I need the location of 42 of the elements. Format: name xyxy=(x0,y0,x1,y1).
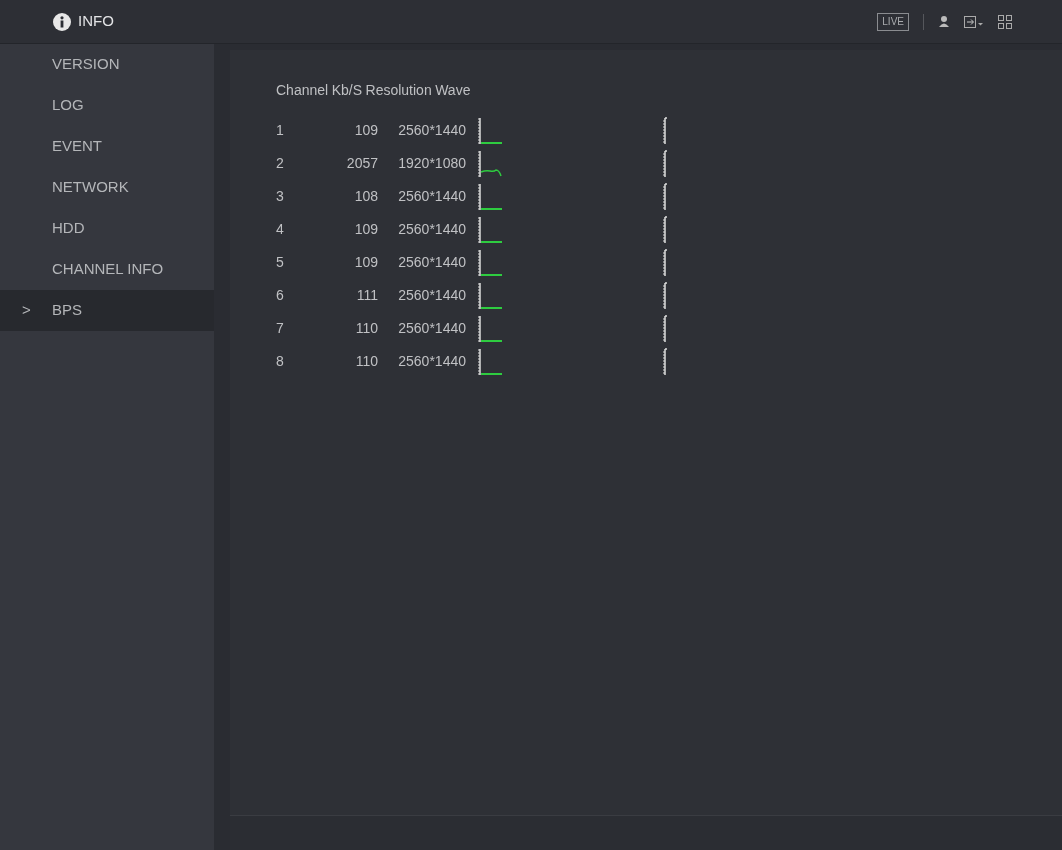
table-cell-text: 111 xyxy=(355,286,378,305)
table-cell-text: 2560*1440 xyxy=(397,121,466,140)
table-cell-text: 6 xyxy=(276,286,285,305)
caret-icon: > xyxy=(22,299,31,322)
column-header: Channel xyxy=(276,81,329,100)
table-cell-text: 2560*1440 xyxy=(397,253,466,272)
sidebar-item[interactable]: NETWORK xyxy=(0,167,214,208)
column-header: Wave xyxy=(435,81,471,100)
table-cell-text: 4 xyxy=(276,220,285,239)
table-cell-text: 2560*1440 xyxy=(397,220,466,239)
sidebar-item[interactable]: HDD xyxy=(0,208,214,249)
sidebar-item[interactable]: EVENT xyxy=(0,126,214,167)
grid-icon[interactable] xyxy=(998,14,1012,29)
table-cell-text: 1 xyxy=(276,121,285,140)
table-cell-text: 7 xyxy=(276,319,285,338)
user-icon[interactable] xyxy=(938,15,950,28)
table-cell-text: 5 xyxy=(276,253,285,272)
table-cell-text: 2560*1440 xyxy=(397,319,466,338)
table-cell-text: 8 xyxy=(276,352,285,371)
table-cell-text: 2 xyxy=(276,154,285,173)
table-cell-text: 2560*1440 xyxy=(397,187,466,206)
sidebar-item[interactable]: CHANNEL INFO xyxy=(0,249,214,290)
live-button[interactable]: LIVE xyxy=(877,12,909,31)
table-cell-text: 1920*1080 xyxy=(397,154,466,173)
table-cell-text: 108 xyxy=(353,187,378,206)
table-cell-text: 3 xyxy=(276,187,285,206)
logout-icon[interactable] xyxy=(964,15,984,28)
column-header: Kb/S xyxy=(331,81,362,100)
table-cell-text: 2560*1440 xyxy=(397,286,466,305)
sidebar-item[interactable]: > BPS xyxy=(0,290,214,331)
table-cell-text: 109 xyxy=(353,253,378,272)
sidebar-item[interactable]: VERSION xyxy=(0,44,214,85)
table-cell-text: 110 xyxy=(354,352,378,371)
table-cell-text: 109 xyxy=(353,121,378,140)
page-title: INFO xyxy=(78,11,114,32)
table-cell-text: 110 xyxy=(354,319,378,338)
table-cell-text: 2560*1440 xyxy=(397,352,466,371)
sidebar-item[interactable]: LOG xyxy=(0,85,214,126)
column-header: Resolution xyxy=(365,81,432,100)
table-cell-text: 109 xyxy=(353,220,378,239)
table-cell-text: 2057 xyxy=(345,154,378,173)
info-icon xyxy=(53,12,71,31)
